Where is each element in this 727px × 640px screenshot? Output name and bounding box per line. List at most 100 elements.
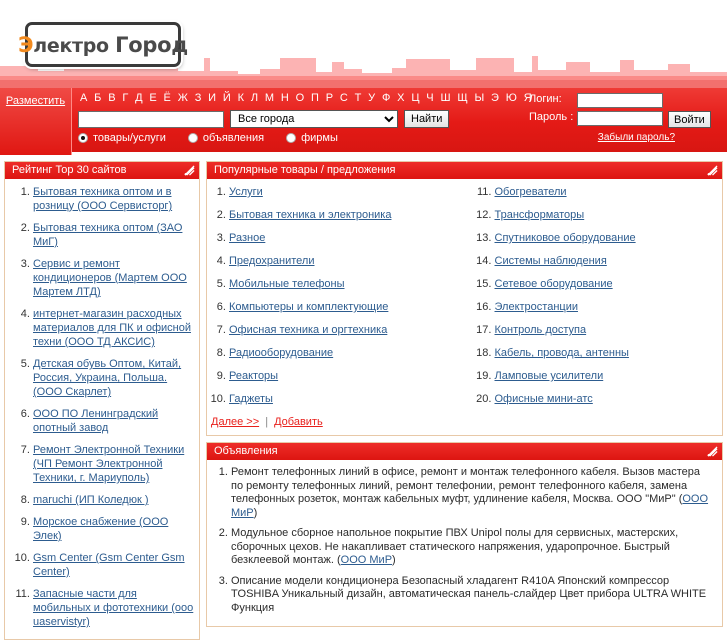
alpha-t[interactable]: Т xyxy=(355,92,362,104)
login-field[interactable] xyxy=(577,93,663,108)
alpha-n[interactable]: Н xyxy=(281,92,289,104)
popular-list-right: Обогреватели Трансформаторы Спутниковое … xyxy=(465,185,723,406)
popular-link-10[interactable]: Гаджеты xyxy=(229,393,273,405)
list-item: Детская обувь Оптом, Китай, Россия, Укра… xyxy=(33,357,197,399)
rating-link-4[interactable]: интернет-магазин расходных материалов дл… xyxy=(33,308,191,348)
right-column: Популярные товары / предложения Услуги Б… xyxy=(206,161,723,627)
rating-link-11[interactable]: Запасные части для мобильных и фототехни… xyxy=(33,588,193,628)
radio-goods-services[interactable]: товары/услуги xyxy=(78,132,166,144)
login-submit-button[interactable]: Войти xyxy=(668,111,711,128)
popular-link-14[interactable]: Системы наблюдения xyxy=(495,255,607,267)
alpha-z[interactable]: З xyxy=(195,92,202,104)
alpha-i[interactable]: И xyxy=(208,92,216,104)
site-logo[interactable]: Электро Город xyxy=(18,22,188,67)
alpha-iy[interactable]: Й xyxy=(223,92,231,104)
alpha-zh[interactable]: Ж xyxy=(178,92,188,104)
popular-link-9[interactable]: Реакторы xyxy=(229,370,278,382)
alpha-ye[interactable]: Е xyxy=(149,92,156,104)
alpha-y[interactable]: Ы xyxy=(474,92,484,104)
rating-link-8[interactable]: maruchi (ИП Коледюк ) xyxy=(33,494,149,506)
alpha-g[interactable]: Г xyxy=(122,92,128,104)
popular-link-20[interactable]: Офисные мини-атс xyxy=(495,393,593,405)
password-field[interactable] xyxy=(577,111,663,126)
popular-link-12[interactable]: Трансформаторы xyxy=(495,209,585,221)
forgot-password-link[interactable]: Забыли пароль? xyxy=(598,132,675,143)
popular-link-11[interactable]: Обогреватели xyxy=(495,186,567,198)
rating-link-5[interactable]: Детская обувь Оптом, Китай, Россия, Укра… xyxy=(33,358,181,398)
popular-link-5[interactable]: Мобильные телефоны xyxy=(229,278,345,290)
radio-ads[interactable]: объявления xyxy=(187,132,264,144)
alpha-u[interactable]: У xyxy=(368,92,375,104)
find-button[interactable]: Найти xyxy=(404,110,450,128)
popular-link-8[interactable]: Радиооборудование xyxy=(229,347,333,359)
ads-panel: Объявления Ремонт телефонных линий в офи… xyxy=(206,442,723,627)
popular-link-19[interactable]: Ламповые усилители xyxy=(495,370,604,382)
alpha-v[interactable]: В xyxy=(108,92,115,104)
alpha-m[interactable]: М xyxy=(265,92,274,104)
more-link[interactable]: Далее >> xyxy=(211,416,259,428)
rating-link-7[interactable]: Ремонт Электронной Техники (ЧП Ремонт Эл… xyxy=(33,444,184,484)
alpha-yo[interactable]: Ё xyxy=(164,92,171,104)
rating-link-6[interactable]: ООО ПО Ленинградский опотный завод xyxy=(33,408,158,434)
alpha-ch[interactable]: Ч xyxy=(426,92,433,104)
alpha-f[interactable]: Ф xyxy=(382,92,390,104)
rss-feed-icon[interactable] xyxy=(707,165,718,176)
rss-feed-icon[interactable] xyxy=(184,165,195,176)
list-item: Спутниковое оборудование xyxy=(495,231,723,245)
rating-panel-title: Рейтинг Тор 30 сайтов xyxy=(12,164,127,176)
radio-dot-icon xyxy=(187,133,198,143)
ad-text-2: Модульное сборное напольное покрытие ПВХ… xyxy=(231,527,679,566)
popular-link-3[interactable]: Разное xyxy=(229,232,265,244)
forgot-password-row: Забыли пароль? xyxy=(529,131,719,143)
rating-link-10[interactable]: Gsm Center (Gsm Center Gsm Center) xyxy=(33,552,185,578)
list-item: Сервис и ремонт кондиционеров (Мартем ОО… xyxy=(33,257,197,299)
alpha-b[interactable]: Б xyxy=(94,92,101,104)
logo-text-rest: лектро xyxy=(33,34,116,57)
place-ad-link[interactable]: Разместить xyxy=(6,95,65,107)
search-input[interactable] xyxy=(78,110,224,128)
alpha-k[interactable]: К xyxy=(238,92,244,104)
radio-firms[interactable]: фирмы xyxy=(286,132,338,144)
list-item: Ремонт Электронной Техники (ЧП Ремонт Эл… xyxy=(33,443,197,485)
rating-link-2[interactable]: Бытовая техника оптом (ЗАО МиГ) xyxy=(33,222,182,248)
ad-text-3: Описание модели кондиционера Безопасный … xyxy=(231,574,707,614)
alpha-s[interactable]: С xyxy=(340,92,348,104)
popular-link-15[interactable]: Сетевое оборудование xyxy=(495,278,613,290)
rating-link-1[interactable]: Бытовая техника оптом и в розницу (ООО С… xyxy=(33,186,172,212)
alpha-sh[interactable]: Ш xyxy=(440,92,450,104)
ad-link-2[interactable]: ООО МиР xyxy=(341,554,392,566)
rating-link-9[interactable]: Морское снабжение (ООО Элек) xyxy=(33,516,168,542)
alpha-shch[interactable]: Щ xyxy=(457,92,467,104)
alpha-e[interactable]: Э xyxy=(491,92,499,104)
place-ad-cell[interactable]: Разместить xyxy=(0,88,72,155)
add-link[interactable]: Добавить xyxy=(274,416,323,428)
city-select[interactable]: Все города xyxy=(230,110,398,128)
alpha-r[interactable]: Р xyxy=(326,92,333,104)
ad-text-1: Ремонт телефонных линий в офисе, ремонт … xyxy=(231,466,701,505)
list-item: Ламповые усилители xyxy=(495,369,723,383)
login-row: Логин: xyxy=(529,93,719,108)
popular-link-18[interactable]: Кабель, провода, антенны xyxy=(495,347,629,359)
rating-link-3[interactable]: Сервис и ремонт кондиционеров (Мартем ОО… xyxy=(33,258,187,298)
password-label: Пароль : xyxy=(529,111,574,123)
ad-tail-2: ) xyxy=(392,554,396,566)
popular-link-2[interactable]: Бытовая техника и электроника xyxy=(229,209,391,221)
alpha-p[interactable]: П xyxy=(311,92,319,104)
popular-link-13[interactable]: Спутниковое оборудование xyxy=(495,232,636,244)
popular-link-17[interactable]: Контроль доступа xyxy=(495,324,587,336)
popular-link-6[interactable]: Компьютеры и комплектующие xyxy=(229,301,388,313)
popular-link-1[interactable]: Услуги xyxy=(229,186,263,198)
popular-link-7[interactable]: Офисная техника и оргтехника xyxy=(229,324,387,336)
alpha-yu[interactable]: Ю xyxy=(506,92,517,104)
alpha-a[interactable]: А xyxy=(80,92,87,104)
alpha-kh[interactable]: Х xyxy=(397,92,404,104)
list-item: Сетевое оборудование xyxy=(495,277,723,291)
rss-feed-icon[interactable] xyxy=(707,446,718,457)
alpha-o[interactable]: О xyxy=(296,92,305,104)
alpha-ts[interactable]: Ц xyxy=(411,92,419,104)
alpha-d[interactable]: Д xyxy=(135,92,142,104)
logo-accent-letter: Э xyxy=(18,32,34,57)
popular-link-16[interactable]: Электростанции xyxy=(495,301,578,313)
popular-link-4[interactable]: Предохранители xyxy=(229,255,315,267)
alpha-l[interactable]: Л xyxy=(251,92,258,104)
